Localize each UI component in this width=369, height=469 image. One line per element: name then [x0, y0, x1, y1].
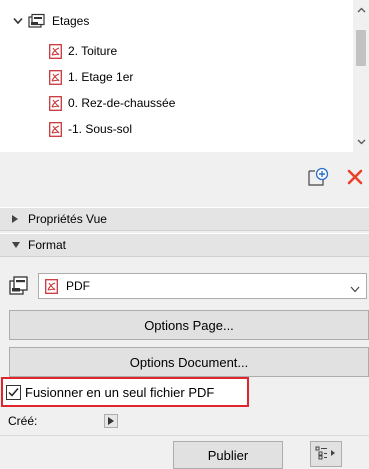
format-select-value: PDF [66, 279, 90, 293]
page-options-button[interactable]: Options Page... [9, 310, 369, 340]
pdf-file-icon [49, 69, 62, 85]
scrollbar-thumb[interactable] [356, 30, 366, 66]
triangle-down-icon [12, 242, 22, 248]
section-format[interactable]: Format [0, 233, 369, 257]
pdf-file-icon [45, 278, 58, 294]
merge-pdf-option[interactable]: Fusionner en un seul fichier PDF [1, 377, 249, 407]
scroll-up-icon[interactable] [353, 2, 369, 18]
page-options-label: Options Page... [144, 317, 234, 333]
tree-item[interactable]: -1. Sous-sol [49, 118, 132, 140]
tree-item-label: -1. Sous-sol [68, 122, 133, 136]
list-options-icon [315, 446, 337, 463]
document-options-button[interactable]: Options Document... [9, 347, 369, 377]
tree-item[interactable]: 1. Etage 1er [49, 66, 133, 88]
tree-item-label: 1. Etage 1er [68, 70, 134, 84]
created-expand-button[interactable] [104, 414, 118, 428]
tree-item[interactable]: 2. Toiture [49, 40, 117, 62]
tree-root-etages[interactable]: Etages [12, 10, 89, 32]
pdf-file-icon [49, 43, 62, 59]
format-select[interactable]: PDF [38, 273, 367, 299]
divider [0, 435, 369, 436]
publish-label: Publier [207, 447, 249, 463]
triangle-right-icon [108, 417, 114, 425]
merge-pdf-checkbox[interactable] [6, 384, 21, 400]
new-subset-icon[interactable] [307, 167, 329, 187]
section-label: Format [28, 238, 67, 252]
merge-pdf-label: Fusionner en un seul fichier PDF [25, 384, 215, 400]
pdf-file-icon [49, 121, 62, 137]
publisher-tree: Etages 2. Toiture 1. Etage 1er 0. Rez-de… [0, 0, 369, 152]
folder-set-icon [8, 274, 32, 298]
created-label: Créé: [8, 414, 38, 428]
pdf-file-icon [49, 95, 62, 111]
folder-set-icon [28, 13, 46, 29]
chevron-down-icon[interactable] [12, 15, 24, 27]
scroll-down-icon[interactable] [353, 134, 369, 150]
tree-item-label: 0. Rez-de-chaussée [68, 96, 176, 110]
tree-item-label: 2. Toiture [68, 44, 118, 58]
tree-root-label: Etages [52, 14, 90, 28]
section-view-properties[interactable]: Propriétés Vue [0, 207, 369, 231]
triangle-right-icon [12, 215, 22, 223]
chevron-down-icon [350, 282, 360, 296]
section-label: Propriétés Vue [28, 212, 107, 226]
list-options-button[interactable] [310, 441, 342, 467]
tree-scrollbar[interactable] [353, 0, 369, 152]
document-options-label: Options Document... [129, 354, 249, 370]
delete-icon[interactable] [346, 168, 364, 186]
tree-item[interactable]: 0. Rez-de-chaussée [49, 92, 175, 114]
